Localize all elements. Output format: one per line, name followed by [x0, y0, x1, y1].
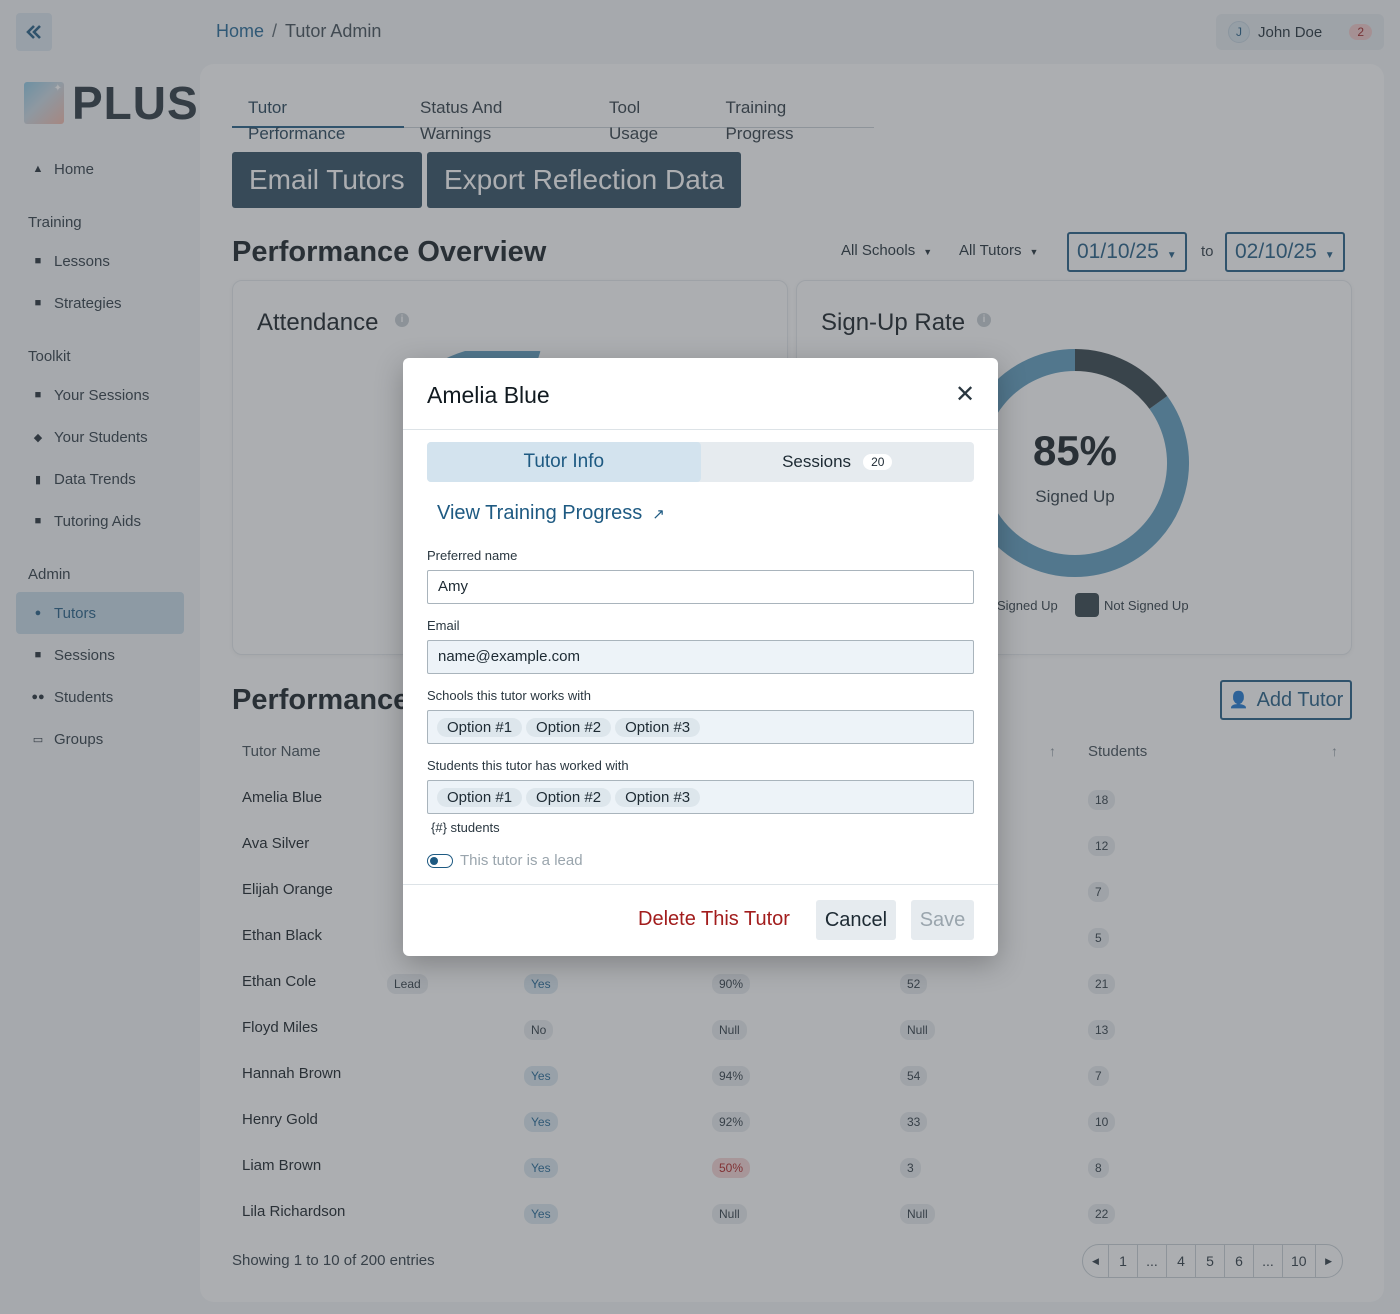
email-field[interactable]: name@example.com [427, 640, 974, 674]
school-tag[interactable]: Option #2 [526, 717, 612, 737]
tab-sessions-label: Sessions [782, 452, 852, 471]
school-tag[interactable]: Option #1 [437, 717, 523, 737]
preferred-name-field[interactable]: Amy [427, 570, 974, 604]
email-label: Email [427, 618, 460, 633]
tutor-detail-modal: Amelia Blue ✕ Tutor Info Sessions 20 Vie… [403, 358, 998, 956]
lead-toggle-label: This tutor is a lead [460, 852, 583, 869]
view-training-progress-label: View Training Progress [437, 502, 643, 524]
view-training-progress-link[interactable]: View Training Progress ↗ [437, 502, 665, 525]
students-label: Students this tutor has worked with [427, 758, 629, 773]
cancel-button[interactable]: Cancel [816, 900, 896, 940]
modal-divider [403, 884, 998, 885]
delete-tutor-button[interactable]: Delete This Tutor [638, 908, 790, 931]
tab-sessions[interactable]: Sessions 20 [701, 442, 975, 482]
modal-divider [403, 429, 998, 430]
student-tag[interactable]: Option #3 [615, 787, 701, 807]
close-icon[interactable]: ✕ [955, 380, 975, 409]
external-link-icon: ↗ [652, 505, 665, 523]
school-tag[interactable]: Option #3 [615, 717, 701, 737]
tab-tutor-info[interactable]: Tutor Info [427, 442, 701, 482]
preferred-name-label: Preferred name [427, 548, 518, 563]
modal-title: Amelia Blue [427, 382, 550, 408]
student-tag[interactable]: Option #2 [526, 787, 612, 807]
save-button[interactable]: Save [911, 900, 974, 940]
students-multiselect[interactable]: Option #1 Option #2 Option #3 [427, 780, 974, 814]
sessions-count-badge: 20 [863, 454, 893, 470]
students-count-hint: {#} students [431, 820, 500, 835]
schools-multiselect[interactable]: Option #1 Option #2 Option #3 [427, 710, 974, 744]
modal-tabs: Tutor Info Sessions 20 [427, 442, 974, 482]
schools-label: Schools this tutor works with [427, 688, 592, 703]
lead-toggle[interactable] [427, 854, 453, 868]
student-tag[interactable]: Option #1 [437, 787, 523, 807]
